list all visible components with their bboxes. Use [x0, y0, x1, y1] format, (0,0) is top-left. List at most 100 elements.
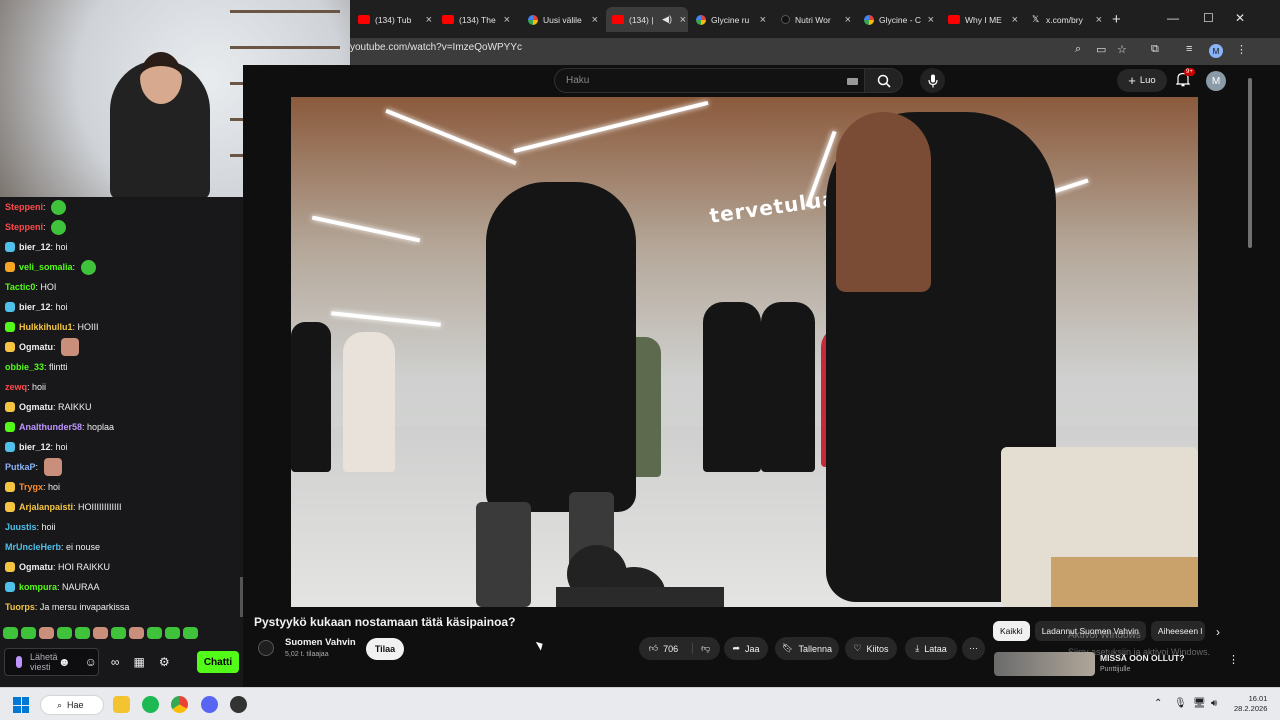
like-count[interactable]: 706 — [663, 644, 678, 654]
user-badge-icon[interactable] — [5, 302, 15, 312]
video-frame[interactable]: tervetulua — [291, 97, 1198, 607]
chat-username[interactable]: bier_12 — [19, 442, 51, 452]
tab[interactable]: 𝕏x.com/bry × — [1032, 7, 1104, 32]
tray-chevron-up-icon[interactable]: ⌃ — [1154, 698, 1162, 709]
chat-emote-icon[interactable] — [43, 458, 62, 476]
tray-mic-icon[interactable]: 🎙︎ — [1174, 698, 1187, 709]
chat-username[interactable]: Trygx — [19, 482, 43, 492]
chat-username[interactable]: PutkaP — [5, 462, 36, 472]
discord-icon[interactable] — [201, 696, 218, 713]
chat-emote-icon[interactable] — [51, 199, 67, 215]
bookmark-star-icon[interactable]: ☆ — [1117, 43, 1127, 56]
tab[interactable]: Why I ME × — [948, 7, 1020, 32]
gear-icon[interactable]: ⚙ — [159, 655, 170, 669]
chat-username[interactable]: obbie_33 — [5, 362, 44, 372]
url-field[interactable]: youtube.com/watch?v=ImzeQoWPYYc — [350, 42, 522, 53]
face-icon[interactable]: ☺ — [85, 655, 97, 669]
thumbs-down-icon[interactable]: 👎︎ — [692, 643, 710, 654]
close-icon[interactable]: × — [845, 14, 851, 26]
extensions-icon[interactable]: ⧉ — [1151, 43, 1159, 56]
emote-icon[interactable] — [75, 627, 90, 639]
search-input[interactable]: Haku — [554, 68, 865, 93]
tab[interactable]: Glycine - C × — [864, 7, 936, 32]
chevron-right-icon[interactable]: › — [1216, 625, 1220, 639]
emote-icon[interactable] — [21, 627, 36, 639]
emote-picker-icon[interactable]: ☻ — [58, 655, 71, 669]
close-icon[interactable]: × — [760, 14, 766, 26]
notifications-button[interactable]: 9+ — [1175, 68, 1195, 89]
thanks-button[interactable]: ♡ Kiitos — [845, 637, 897, 660]
emote-icon[interactable] — [147, 627, 162, 639]
chrome-icon[interactable] — [171, 696, 188, 713]
close-icon[interactable]: × — [1096, 14, 1102, 26]
recommended-title[interactable]: MISSÄ OON OLLUT? — [1100, 653, 1185, 663]
emote-icon[interactable] — [111, 627, 126, 639]
channel-name[interactable]: Suomen Vahvin — [285, 637, 356, 648]
share-button[interactable]: ➦ Jaa — [724, 637, 768, 660]
close-window-button[interactable]: ✕ — [1235, 11, 1245, 25]
install-icon[interactable]: ▭ — [1096, 43, 1106, 56]
page-scrollbar[interactable] — [1248, 78, 1252, 248]
close-icon[interactable]: × — [426, 14, 432, 26]
chip-all[interactable]: Kaikki — [993, 621, 1030, 641]
profile-avatar[interactable]: M — [1209, 44, 1223, 58]
spotify-icon[interactable] — [142, 696, 159, 713]
tray-volume-icon[interactable]: 🔊︎ — [1211, 698, 1217, 709]
emote-icon[interactable] — [57, 627, 72, 639]
media-icon[interactable]: ≡ — [1186, 43, 1192, 55]
chat-emote-icon[interactable] — [51, 219, 67, 235]
chat-username[interactable]: zewq — [5, 382, 27, 392]
save-button[interactable]: 🔖︎ Tallenna — [775, 637, 839, 660]
emote-icon[interactable] — [3, 627, 18, 639]
chat-username[interactable]: Analthunder58 — [19, 422, 82, 432]
video-player[interactable]: tervetulua — [243, 97, 1246, 607]
tray-network-icon[interactable]: 🖥︎ — [1193, 698, 1206, 709]
keyboard-icon[interactable] — [847, 78, 858, 85]
thumbs-up-icon[interactable]: 👍︎ — [649, 643, 658, 654]
chat-username[interactable]: kompura — [19, 582, 57, 592]
chat-username[interactable]: Hulkkihullu1 — [19, 322, 73, 332]
windows-start-icon[interactable] — [13, 697, 29, 713]
user-badge-icon[interactable] — [5, 322, 15, 332]
user-badge-icon[interactable] — [5, 562, 15, 572]
recommended-thumbnail[interactable] — [994, 652, 1095, 676]
user-badge-icon[interactable] — [5, 262, 15, 272]
tab[interactable]: Glycine ru × — [696, 7, 768, 32]
voice-search-button[interactable] — [920, 68, 945, 93]
minimize-button[interactable]: — — [1167, 11, 1179, 25]
tab[interactable]: Nutri Wor × — [781, 7, 853, 32]
emote-icon[interactable] — [183, 627, 198, 639]
user-badge-icon[interactable] — [5, 442, 15, 452]
close-icon[interactable]: × — [504, 14, 510, 26]
chat-username[interactable]: Tactic0 — [5, 282, 35, 292]
chat-username[interactable]: Tuorps — [5, 602, 35, 612]
user-badge-icon[interactable] — [5, 242, 15, 252]
infinity-icon[interactable]: ∞ — [111, 655, 120, 669]
subscribe-button[interactable]: Tilaa — [366, 638, 404, 660]
close-icon[interactable]: × — [680, 14, 686, 26]
chat-emote-icon[interactable] — [61, 338, 80, 356]
user-badge-icon[interactable] — [5, 342, 15, 352]
emote-icon[interactable] — [129, 627, 144, 639]
taskbar-clock[interactable]: 16.01 28.2.2026 — [1234, 694, 1267, 714]
chat-username[interactable]: MrUncleHerb — [5, 542, 61, 552]
taskbar-search[interactable]: ⌕ Hae — [40, 695, 104, 715]
chat-username[interactable]: Juustis — [5, 522, 37, 532]
chat-username[interactable]: Ogmatu — [19, 402, 53, 412]
user-badge-icon[interactable] — [5, 422, 15, 432]
menu-icon[interactable]: ⋮ — [1236, 43, 1247, 56]
chat-send-button[interactable]: Chatti — [197, 651, 239, 673]
zoom-icon[interactable]: ⌕ — [1075, 43, 1081, 56]
new-tab-button[interactable]: + — [1112, 11, 1121, 28]
chat-username[interactable]: Ogmatu — [19, 562, 53, 572]
close-icon[interactable]: × — [1012, 14, 1018, 26]
tab[interactable]: (134) The × — [442, 7, 512, 32]
user-badge-icon[interactable] — [5, 582, 15, 592]
speaker-icon[interactable]: ◀) — [662, 14, 672, 25]
more-actions-button[interactable]: ⋯ — [962, 637, 985, 660]
user-badge-icon[interactable] — [5, 402, 15, 412]
file-explorer-icon[interactable] — [113, 696, 130, 713]
close-icon[interactable]: × — [592, 14, 598, 26]
tab[interactable]: Uusi välile × — [528, 7, 600, 32]
chat-username[interactable]: Ogmatu — [19, 342, 53, 352]
